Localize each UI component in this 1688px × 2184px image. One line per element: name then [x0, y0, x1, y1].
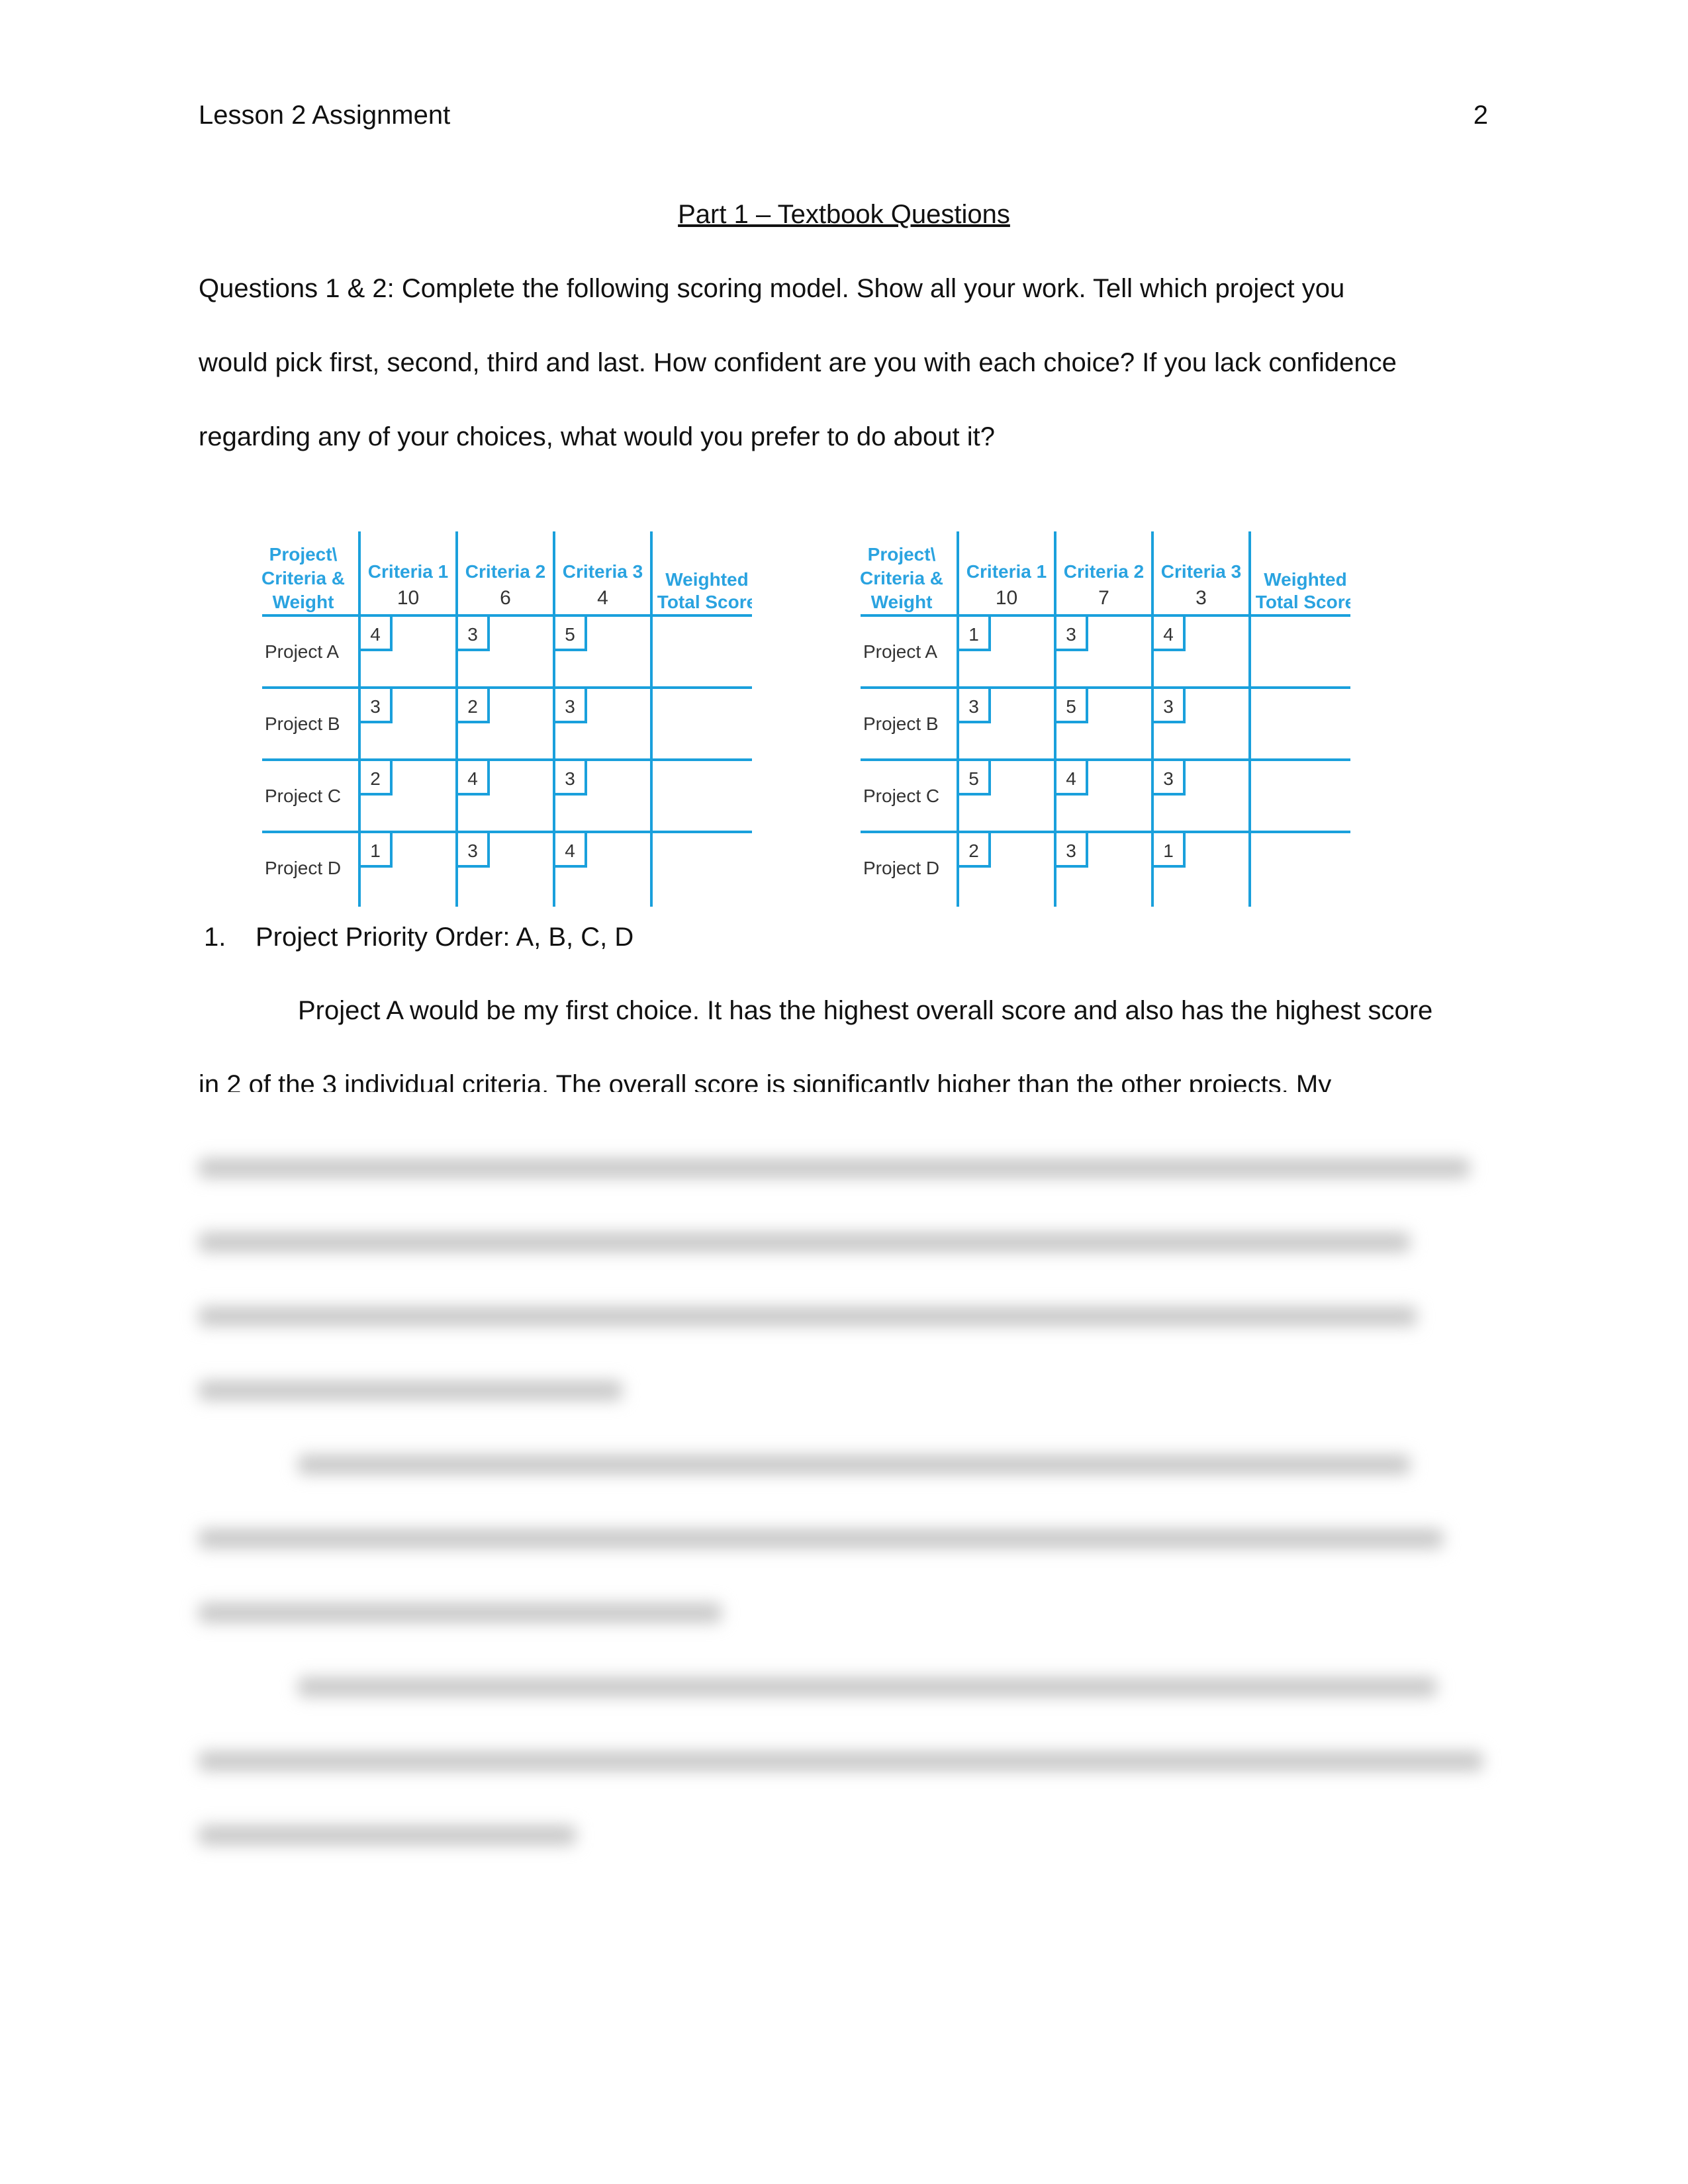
criteria-header-label: Criteria 3 — [1161, 561, 1241, 582]
criteria-weight: 10 — [996, 587, 1017, 609]
scoring-model-table-2: Project\ Criteria & Weight Criteria 1 10 Crit… — [861, 526, 1350, 910]
corner-header-text: Criteria & — [262, 568, 345, 588]
project-row-label: Project A — [265, 641, 339, 662]
score-value: 4 — [370, 624, 381, 645]
score-value: 5 — [565, 624, 575, 645]
criteria-header-label: Criteria 1 — [368, 561, 448, 582]
criteria-header-label: Criteria 3 — [563, 561, 643, 582]
list-number: 1. — [204, 923, 226, 952]
score-value: 1 — [968, 624, 979, 645]
criteria-weight: 3 — [1196, 587, 1207, 609]
question-line: regarding any of your choices, what woul… — [199, 422, 995, 451]
score-value: 5 — [968, 768, 979, 789]
total-score-header: Weighted — [665, 569, 748, 590]
project-row-label: Project D — [863, 858, 939, 878]
project-row-label: Project B — [863, 713, 939, 734]
corner-header-text: Weight — [273, 592, 334, 612]
corner-header-text: Project\ — [269, 544, 338, 565]
score-value: 3 — [968, 696, 979, 717]
answer-paragraph-line: Project A would be my first choice. It h… — [298, 996, 1433, 1025]
criteria-header-label: Criteria 2 — [1064, 561, 1144, 582]
score-value: 2 — [467, 696, 478, 717]
scoring-table-graphic: Project\ Criteria & Weight Criteria 1 10 Crit… — [262, 531, 752, 907]
answer-list-item: 1. Project Priority Order: A, B, C, D — [204, 923, 633, 952]
criteria-weight: 6 — [500, 587, 511, 609]
total-score-header: Total Score — [657, 592, 752, 612]
document-page: Lesson 2 Assignment 2 Part 1 – Textbook … — [0, 0, 1688, 2184]
score-value: 2 — [968, 841, 979, 861]
score-value: 1 — [1163, 841, 1174, 861]
criteria-header-label: Criteria 1 — [966, 561, 1047, 582]
score-value: 3 — [565, 768, 575, 789]
score-value: 2 — [370, 768, 381, 789]
score-value: 3 — [1163, 768, 1174, 789]
page-number: 2 — [1473, 101, 1488, 130]
corner-header-text: Criteria & — [861, 568, 943, 588]
blurred-content-region — [0, 1092, 1688, 1886]
project-row-label: Project D — [265, 858, 341, 878]
score-value: 3 — [565, 696, 575, 717]
score-value: 3 — [1066, 624, 1076, 645]
criteria-weight: 4 — [597, 587, 608, 609]
scoring-table-graphic: Project\ Criteria & Weight Criteria 1 10 Crit… — [861, 531, 1350, 907]
project-row-label: Project C — [265, 786, 341, 806]
score-value: 3 — [1066, 841, 1076, 861]
score-value: 3 — [370, 696, 381, 717]
total-score-header: Weighted — [1264, 569, 1346, 590]
score-value: 4 — [467, 768, 478, 789]
corner-header-text: Weight — [871, 592, 933, 612]
running-header-title: Lesson 2 Assignment — [199, 101, 451, 130]
section-title: Part 1 – Textbook Questions — [678, 200, 1010, 229]
score-value: 3 — [1163, 696, 1174, 717]
score-value: 4 — [565, 841, 575, 861]
score-value: 3 — [467, 624, 478, 645]
score-value: 4 — [1163, 624, 1174, 645]
score-value: 5 — [1066, 696, 1076, 717]
priority-order: Project Priority Order: A, B, C, D — [256, 923, 634, 952]
score-value: 3 — [467, 841, 478, 861]
project-row-label: Project A — [863, 641, 937, 662]
criteria-header-label: Criteria 2 — [465, 561, 545, 582]
score-value: 4 — [1066, 768, 1076, 789]
total-score-header: Total Score — [1256, 592, 1350, 612]
project-row-label: Project B — [265, 713, 340, 734]
criteria-weight: 7 — [1098, 587, 1109, 609]
question-line: Questions 1 & 2: Complete the following … — [199, 274, 1345, 303]
criteria-weight: 10 — [397, 587, 419, 609]
score-value: 1 — [370, 841, 381, 861]
question-line: would pick first, second, third and last… — [199, 348, 1397, 377]
corner-header-text: Project\ — [868, 544, 936, 565]
project-row-label: Project C — [863, 786, 939, 806]
scoring-model-table-1: Project\ Criteria & Weight Criteria 1 10 Crit… — [262, 526, 752, 910]
